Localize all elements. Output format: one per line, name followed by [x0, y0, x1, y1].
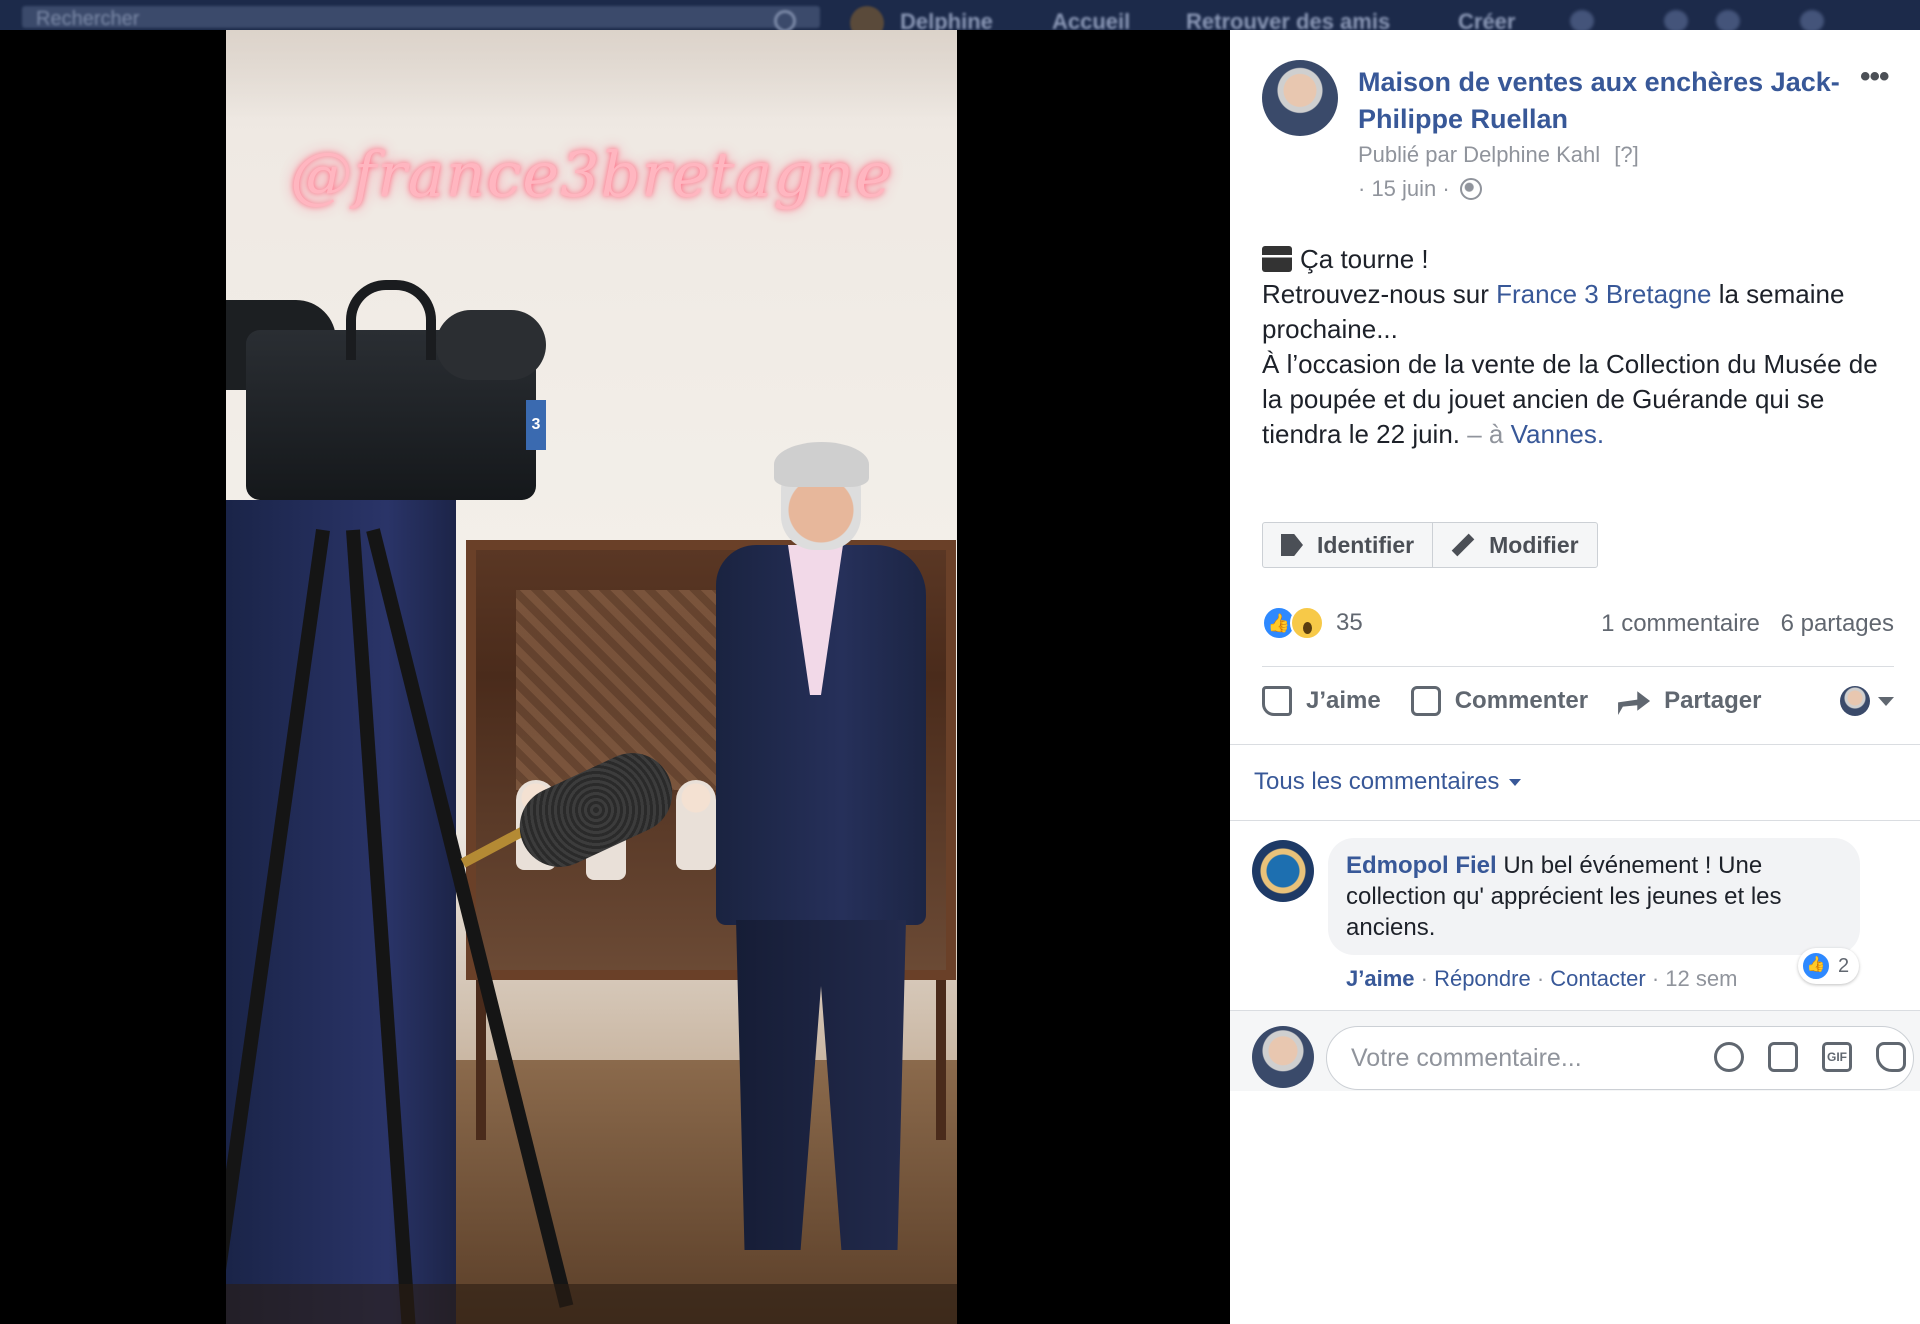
post-line-2: Retrouvez-nous sur France 3 Bretagne la … [1262, 277, 1902, 347]
post-line-1: Ça tourne ! [1262, 242, 1902, 277]
commenter-avatar[interactable] [1252, 840, 1314, 902]
comment-bubble: Edmopol Fiel Un bel événement ! Une coll… [1328, 838, 1860, 955]
shares-count-link[interactable]: 6 partages [1781, 610, 1894, 637]
reactions-summary[interactable]: 👍 35 [1262, 606, 1363, 640]
chevron-down-icon [1509, 778, 1522, 786]
emoji-icon[interactable] [1714, 1042, 1744, 1072]
comment-timestamp[interactable]: 12 sem [1665, 966, 1737, 991]
share-button[interactable]: Partager [1618, 687, 1761, 715]
gif-icon[interactable]: GIF [1822, 1042, 1852, 1072]
location-separator: – à [1467, 419, 1511, 449]
tag-icon [1281, 534, 1303, 556]
acting-as-avatar[interactable] [1840, 686, 1870, 716]
share-label: Partager [1664, 687, 1762, 714]
page-avatar[interactable] [1262, 60, 1338, 136]
comments-filter-dropdown[interactable]: Tous les commentaires [1254, 768, 1522, 796]
facebook-top-bar: Rechercher Delphine Accueil Retrouver de… [0, 0, 1920, 30]
thumbs-up-icon [1262, 686, 1292, 716]
globe-icon[interactable] [1459, 178, 1482, 200]
composer-tools: GIF [1690, 1042, 1906, 1072]
nav-find-friends[interactable]: Retrouver des amis [1186, 9, 1390, 30]
neon-sign: @france3bretagne [290, 138, 893, 211]
pencil-icon [1451, 533, 1475, 557]
post-line-2-pre: Retrouvez-nous sur [1262, 279, 1497, 309]
comment-button[interactable]: Commenter [1410, 686, 1589, 716]
more-options-button[interactable]: ••• [1860, 62, 1889, 92]
like-reaction-icon: 👍 [1802, 952, 1830, 980]
separator: · [1536, 966, 1545, 991]
france3-link[interactable]: France 3 Bretagne [1496, 279, 1711, 309]
post-date-text[interactable]: · 15 juin · [1358, 176, 1450, 201]
post-line-3: À l’occasion de la vente de la Collectio… [1262, 347, 1902, 452]
friends-icon[interactable] [1570, 10, 1594, 30]
profile-avatar[interactable] [850, 6, 884, 30]
published-by-text[interactable]: Publié par Delphine Kahl [1358, 142, 1600, 167]
interviewee [696, 442, 936, 1270]
post-side-panel: Maison de ventes aux enchères Jack-Phili… [1230, 30, 1920, 1324]
edit-button[interactable]: Modifier [1432, 523, 1596, 567]
camera-mic [436, 310, 546, 380]
comment-reactions[interactable]: 👍 2 [1798, 948, 1860, 984]
search-placeholder: Rechercher [36, 8, 140, 30]
comment-author-link[interactable]: Edmopol Fiel [1346, 852, 1497, 879]
comment-actions: J’aime · Répondre · Contacter · 12 sem [1346, 966, 1737, 992]
wall-shadow [226, 30, 957, 120]
separator: · [1651, 966, 1660, 991]
post-actions: J’aime Commenter Partager [1262, 686, 1894, 716]
like-button[interactable]: J’aime [1262, 686, 1381, 716]
comment-like-link[interactable]: J’aime [1346, 966, 1415, 991]
wow-reaction-icon [1290, 606, 1324, 640]
tag-button[interactable]: Identifier [1263, 523, 1432, 567]
help-icon[interactable] [1800, 10, 1824, 30]
tag-label: Identifier [1317, 531, 1415, 558]
divider [1262, 666, 1894, 667]
channel-badge: 3 [526, 400, 546, 450]
photo-bottom-strip [226, 1284, 957, 1324]
camera-icon[interactable] [1768, 1042, 1798, 1072]
messenger-icon[interactable] [1664, 10, 1688, 30]
location-link[interactable]: Vannes. [1511, 419, 1604, 449]
photo-tools: Identifier Modifier [1262, 522, 1598, 568]
post-photo[interactable]: @france3bretagne 3 [226, 30, 957, 1324]
page-name-link[interactable]: Maison de ventes aux enchères Jack-Phili… [1358, 64, 1868, 138]
post-body: Ça tourne ! Retrouvez-nous sur France 3 … [1262, 242, 1902, 452]
composer-avatar [1252, 1026, 1314, 1088]
separator: · [1420, 966, 1428, 991]
edit-label: Modifier [1489, 531, 1579, 558]
photo-viewer: @france3bretagne 3 [0, 30, 1230, 1324]
share-arrow-icon [1618, 691, 1651, 715]
hair [774, 442, 869, 487]
engagement-counts: 1 commentaire 6 partages [1601, 610, 1894, 638]
comment-likes-count: 2 [1838, 954, 1850, 977]
help-link[interactable]: [?] [1614, 142, 1638, 167]
search-input[interactable]: Rechercher [22, 6, 820, 30]
nav-create[interactable]: Créer [1458, 9, 1515, 30]
tv-camera: 3 [226, 270, 556, 530]
divider [1230, 744, 1920, 745]
post-line-1-text: Ça tourne ! [1300, 244, 1429, 274]
speech-bubble-icon [1410, 686, 1441, 716]
comment-reply-link[interactable]: Répondre [1434, 966, 1531, 991]
cabinet-leg [936, 980, 946, 1140]
comment-contact-link[interactable]: Contacter [1550, 966, 1645, 991]
post-date: · 15 juin · [1358, 176, 1482, 202]
notifications-icon[interactable] [1716, 10, 1740, 30]
like-label: J’aime [1306, 687, 1381, 714]
comments-count-link[interactable]: 1 commentaire [1601, 610, 1760, 637]
comment-label: Commenter [1454, 687, 1589, 714]
clapperboard-icon [1262, 246, 1292, 272]
tripod [226, 528, 574, 1324]
reactions-count: 35 [1336, 609, 1363, 636]
sticker-icon[interactable] [1876, 1042, 1906, 1072]
chevron-down-icon[interactable] [1878, 696, 1894, 706]
published-by: Publié par Delphine Kahl [?] [1358, 142, 1639, 168]
nav-profile-name[interactable]: Delphine [900, 9, 993, 30]
search-icon[interactable] [774, 10, 796, 30]
comments-filter-label: Tous les commentaires [1254, 768, 1500, 795]
nav-home[interactable]: Accueil [1052, 9, 1130, 30]
divider [1230, 820, 1920, 821]
camera-handle [346, 280, 436, 360]
trousers [736, 920, 906, 1250]
